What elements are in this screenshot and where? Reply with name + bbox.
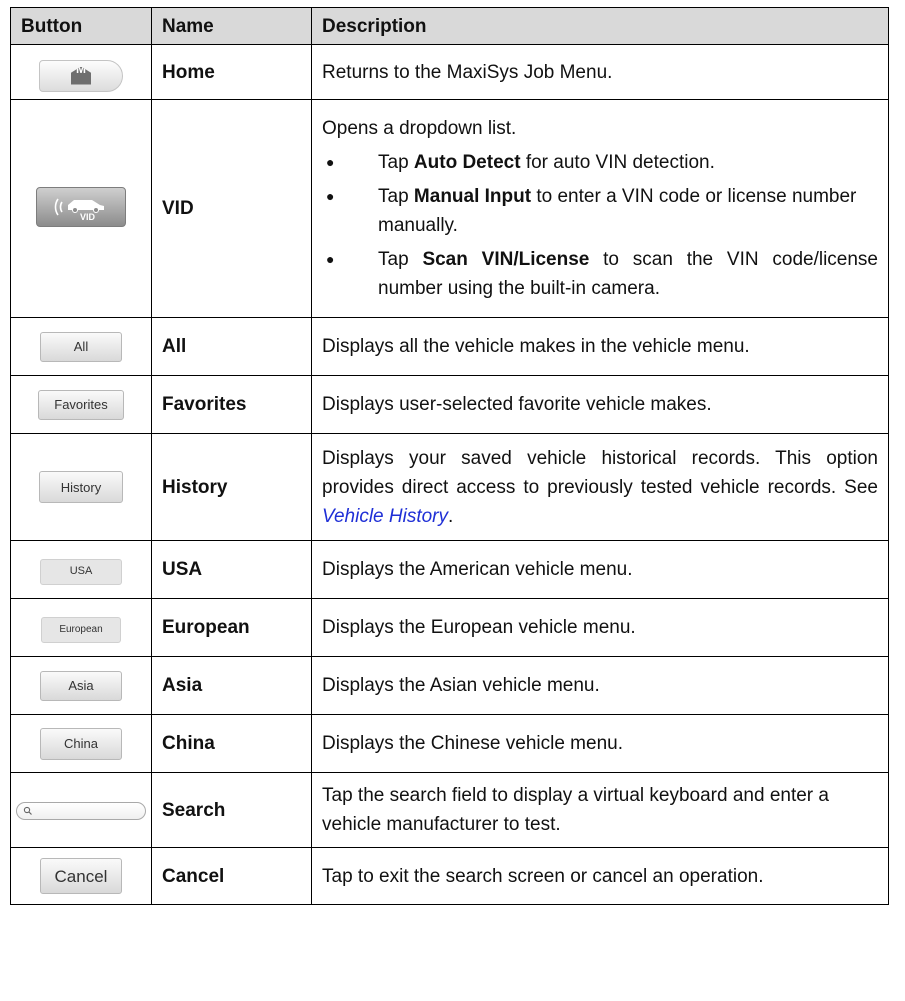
header-name: Name	[151, 7, 312, 45]
row-name: VID	[151, 99, 312, 318]
row-name: Home	[151, 44, 312, 100]
table-row: Search Tap the search field to display a…	[10, 772, 889, 848]
row-description: Displays all the vehicle makes in the ve…	[311, 317, 889, 376]
table-row: Favorites Favorites Displays user-select…	[10, 375, 889, 434]
table-row: China China Displays the Chinese vehicle…	[10, 714, 889, 773]
row-name: All	[151, 317, 312, 376]
asia-button[interactable]: Asia	[40, 670, 122, 701]
table-header-row: Button Name Description	[10, 7, 889, 45]
row-description: Displays the Chinese vehicle menu.	[311, 714, 889, 773]
table-row: VID VID Opens a dropdown list. Tap Auto …	[10, 99, 889, 318]
home-button-icon[interactable]: M	[39, 59, 123, 92]
row-name: Cancel	[151, 847, 312, 905]
table-row: USA USA Displays the American vehicle me…	[10, 540, 889, 599]
row-description: Displays the Asian vehicle menu.	[311, 656, 889, 715]
table-row: Asia Asia Displays the Asian vehicle men…	[10, 656, 889, 715]
header-button: Button	[10, 7, 152, 45]
table-row: History History Displays your saved vehi…	[10, 433, 889, 541]
header-description: Description	[311, 7, 889, 45]
history-button[interactable]: History	[39, 471, 123, 503]
search-icon	[23, 806, 32, 815]
search-field-icon[interactable]	[16, 801, 146, 820]
car-scan-icon: VID	[54, 198, 104, 221]
row-description: Returns to the MaxiSys Job Menu.	[311, 44, 889, 100]
list-item: Tap Manual Input to enter a VIN code or …	[322, 182, 878, 240]
vid-options-list: Tap Auto Detect for auto VIN detection. …	[322, 148, 878, 303]
table-row: European European Displays the European …	[10, 598, 889, 657]
row-name: Search	[151, 772, 312, 848]
row-name: Asia	[151, 656, 312, 715]
european-button[interactable]: European	[41, 616, 121, 643]
row-description: Tap the search field to display a virtua…	[311, 772, 889, 848]
row-description: Opens a dropdown list.	[322, 118, 517, 139]
table-row: M Home Returns to the MaxiSys Job Menu.	[10, 44, 889, 100]
favorites-button[interactable]: Favorites	[38, 389, 124, 420]
row-name: History	[151, 433, 312, 541]
cancel-button[interactable]: Cancel	[40, 858, 122, 894]
all-button[interactable]: All	[40, 331, 122, 362]
vid-button-icon[interactable]: VID	[36, 187, 126, 227]
list-item: Tap Auto Detect for auto VIN detection.	[322, 148, 878, 177]
row-description: Displays the American vehicle menu.	[311, 540, 889, 599]
row-description: Displays user-selected favorite vehicle …	[311, 375, 889, 434]
vehicle-history-link[interactable]: Vehicle History	[322, 506, 448, 527]
top-bar-buttons-table: Button Name Description M Home Returns t…	[10, 7, 889, 905]
usa-button[interactable]: USA	[40, 558, 122, 585]
table-row: All All Displays all the vehicle makes i…	[10, 317, 889, 376]
china-button[interactable]: China	[40, 727, 122, 760]
home-button-label: M	[71, 66, 91, 85]
table-row: Cancel Cancel Tap to exit the search scr…	[10, 847, 889, 905]
row-name: Favorites	[151, 375, 312, 434]
row-name: USA	[151, 540, 312, 599]
row-description: Displays your saved vehicle historical r…	[311, 433, 889, 541]
row-name: European	[151, 598, 312, 657]
vid-button-label: VID	[80, 212, 96, 221]
row-description: Tap to exit the search screen or cancel …	[311, 847, 889, 905]
row-description: Displays the European vehicle menu.	[311, 598, 889, 657]
row-name: China	[151, 714, 312, 773]
list-item: Tap Scan VIN/License to scan the VIN cod…	[322, 245, 878, 303]
